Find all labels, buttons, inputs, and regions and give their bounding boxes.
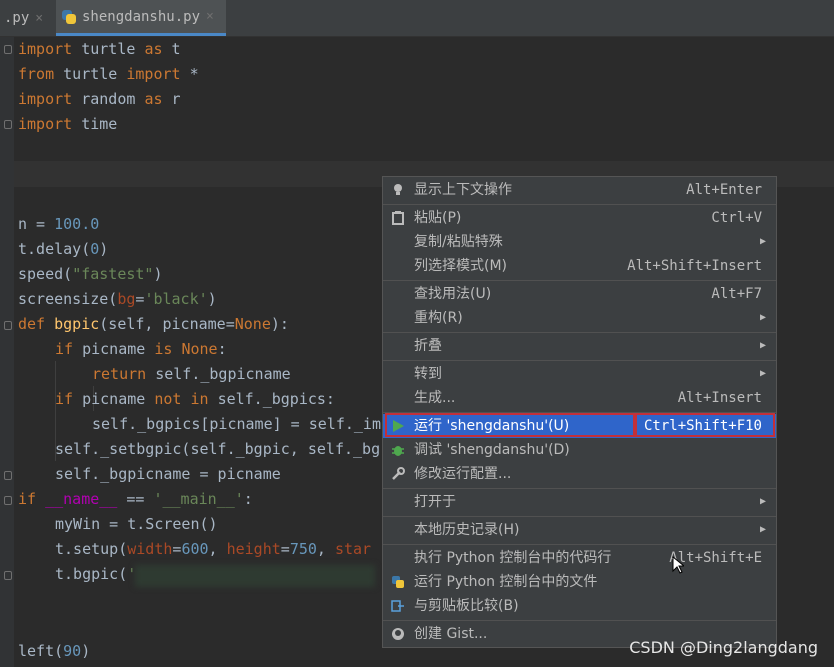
menu-separator — [383, 332, 776, 333]
tab-previous-file[interactable]: .py × — [0, 0, 52, 36]
menu-paste[interactable]: 粘贴(P) Ctrl+V — [383, 206, 776, 230]
code-line: def bgpic(self, picname=None): — [18, 315, 289, 333]
code-line: speed("fastest") — [18, 265, 163, 283]
submenu-arrow-icon: ▶ — [759, 368, 766, 379]
menu-local-history[interactable]: 本地历史记录(H) ▶ — [383, 518, 776, 542]
tab-label: shengdanshu.py — [82, 8, 201, 25]
menu-separator — [383, 360, 776, 361]
fold-icon[interactable] — [4, 496, 12, 505]
menu-refactor[interactable]: 重构(R) ▶ — [383, 306, 776, 330]
fold-icon[interactable] — [4, 120, 12, 129]
code-line: if __name__ == '__main__': — [18, 490, 253, 508]
fold-icon[interactable] — [4, 471, 12, 480]
github-icon — [392, 628, 404, 640]
code-line: if picname is None: — [55, 340, 227, 358]
python-file-icon — [62, 9, 76, 24]
code-line: t.delay(0) — [18, 240, 109, 258]
tab-shengdanshu[interactable]: shengdanshu.py × — [56, 0, 226, 36]
wrench-icon — [392, 467, 405, 480]
code-line: self._bgpicname = picname — [55, 465, 281, 483]
code-line: t.setup(width=600, height=750, star — [55, 540, 372, 558]
code-line: myWin = t.Screen() — [55, 515, 218, 533]
menu-paste-special[interactable]: 复制/粘贴特殊 ▶ — [383, 230, 776, 254]
submenu-arrow-icon: ▶ — [759, 340, 766, 351]
menu-open-in[interactable]: 打开于 ▶ — [383, 490, 776, 514]
lightbulb-icon — [394, 184, 402, 195]
compare-icon — [391, 600, 404, 612]
menu-separator — [383, 620, 776, 621]
submenu-arrow-icon: ▶ — [759, 496, 766, 507]
code-line: screensize(bg='black') — [18, 290, 217, 308]
highlight-box — [635, 413, 775, 437]
menu-compare-clipboard[interactable]: 与剪贴板比较(B) — [383, 594, 776, 618]
redacted-path — [135, 565, 375, 587]
close-icon[interactable]: × — [35, 11, 43, 26]
fold-icon[interactable] — [4, 571, 12, 580]
menu-separator — [383, 516, 776, 517]
code-line: import time — [18, 115, 118, 133]
menu-run-file-console[interactable]: 运行 Python 控制台中的文件 — [383, 570, 776, 594]
submenu-arrow-icon: ▶ — [759, 524, 766, 535]
code-line: t.bgpic(' — [55, 565, 137, 583]
mouse-cursor-icon — [672, 556, 684, 574]
fold-icon[interactable] — [4, 45, 12, 54]
code-line: left(90) — [18, 642, 91, 660]
code-line: from turtle import * — [18, 65, 199, 83]
menu-find-usages[interactable]: 查找用法(U) Alt+F7 — [383, 282, 776, 306]
python-icon — [392, 576, 404, 588]
submenu-arrow-icon: ▶ — [759, 312, 766, 323]
menu-separator — [383, 204, 776, 205]
clipboard-icon — [392, 211, 404, 225]
menu-separator — [383, 488, 776, 489]
menu-modify-run-config[interactable]: 修改运行配置... — [383, 462, 776, 486]
fold-icon[interactable] — [4, 321, 12, 330]
editor-tab-bar: .py × shengdanshu.py × — [0, 0, 834, 37]
editor-context-menu: 显示上下文操作 Alt+Enter 粘贴(P) Ctrl+V 复制/粘贴特殊 ▶… — [382, 176, 777, 648]
code-line: if picname not in self._bgpics: — [55, 390, 335, 408]
menu-separator — [383, 544, 776, 545]
highlight-box — [385, 413, 635, 437]
watermark: CSDN @Ding2langdang — [629, 638, 818, 657]
menu-generate[interactable]: 生成... Alt+Insert — [383, 386, 776, 410]
menu-folding[interactable]: 折叠 ▶ — [383, 334, 776, 358]
code-line: import turtle as t — [18, 40, 181, 58]
code-line: import random as r — [18, 90, 181, 108]
menu-column-selection[interactable]: 列选择模式(M) Alt+Shift+Insert — [383, 254, 776, 278]
menu-separator — [383, 280, 776, 281]
menu-execute-line-console[interactable]: 执行 Python 控制台中的代码行 Alt+Shift+E — [383, 546, 776, 570]
menu-run-shengdanshu[interactable]: 运行 'shengdanshu'(U) Ctrl+Shift+F10 — [383, 413, 776, 438]
code-line: self._setbgpic(self._bgpic, self._bg — [55, 440, 381, 458]
code-line: self._bgpics[picname] = self._im — [92, 415, 381, 433]
menu-debug-shengdanshu[interactable]: 调试 'shengdanshu'(D) — [383, 438, 776, 462]
menu-goto[interactable]: 转到 ▶ — [383, 362, 776, 386]
code-line: return self._bgpicname — [92, 365, 291, 383]
code-line: n = 100.0 — [18, 215, 100, 233]
debug-icon — [392, 446, 404, 456]
submenu-arrow-icon: ▶ — [759, 236, 766, 247]
tab-label: .py — [4, 10, 30, 26]
menu-show-context-actions[interactable]: 显示上下文操作 Alt+Enter — [383, 178, 776, 202]
close-icon[interactable]: × — [206, 9, 214, 24]
